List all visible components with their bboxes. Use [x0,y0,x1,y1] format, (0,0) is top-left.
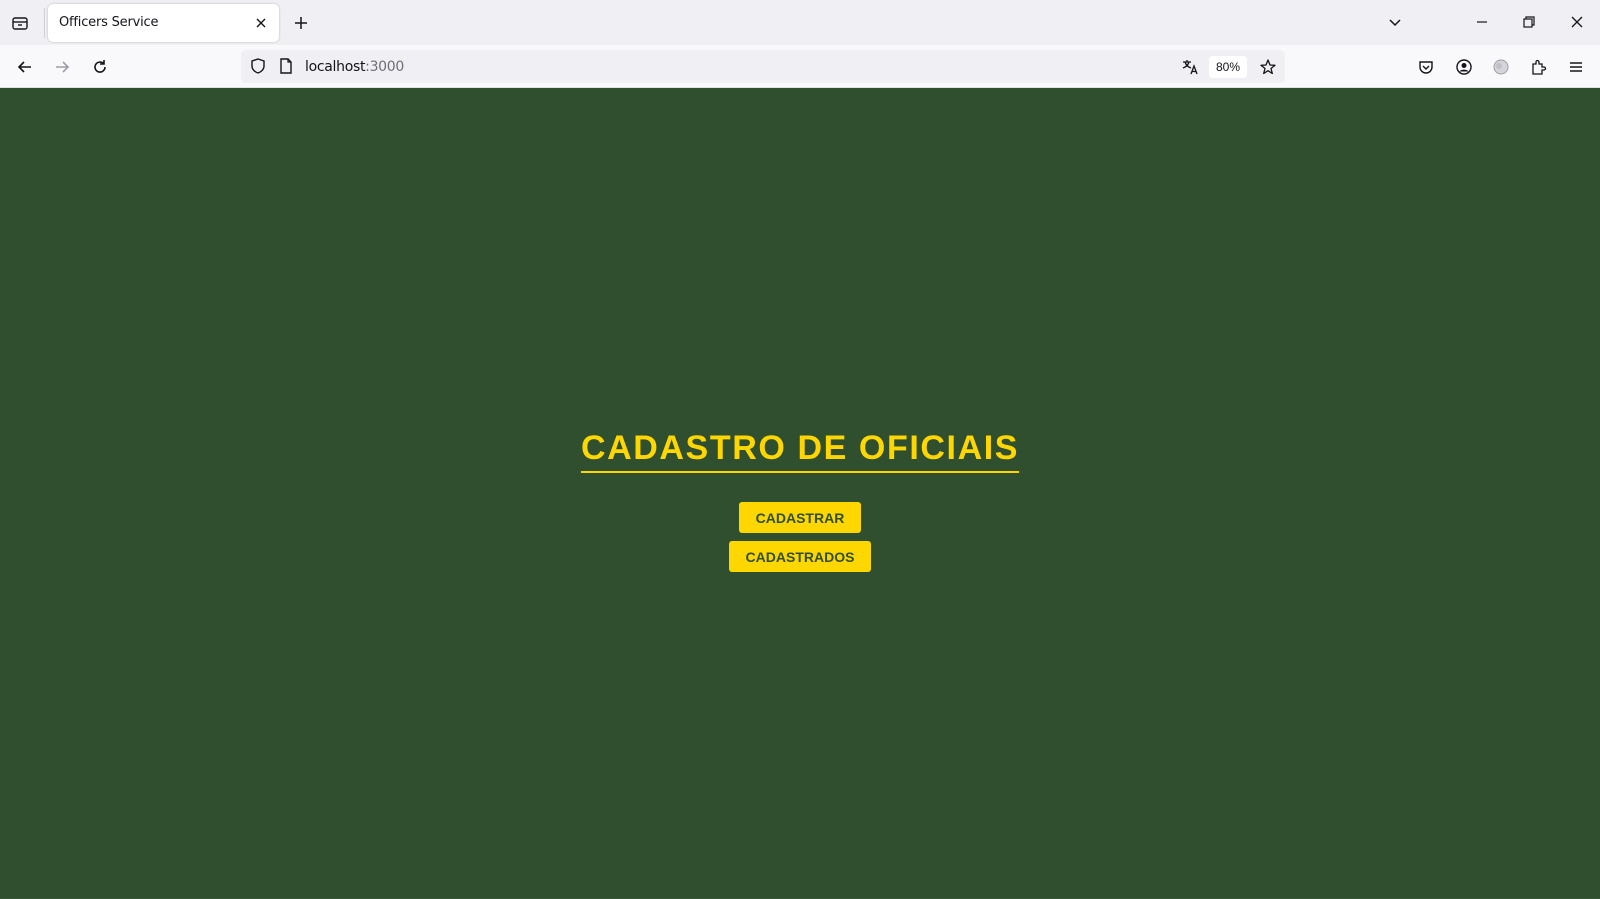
window-close-icon[interactable] [1566,11,1588,33]
arrow-right-icon[interactable] [49,54,75,80]
hamburger-icon[interactable] [1563,54,1589,80]
translate-icon[interactable] [1179,56,1201,78]
reload-icon[interactable] [87,54,113,80]
puzzle-icon[interactable] [1526,54,1552,80]
minimize-icon[interactable] [1471,11,1493,33]
close-icon[interactable] [252,14,270,32]
shield-icon[interactable] [249,57,267,80]
page-icon[interactable] [278,57,294,80]
page-content: CADASTRO DE OFICIAIS CADASTRAR CADASTRAD… [0,88,1600,899]
tab-officers-service[interactable]: Officers Service [48,4,279,42]
arrow-left-icon[interactable] [12,54,38,80]
tab-list-icon[interactable] [8,11,32,35]
registered-list-button[interactable]: CADASTRADOS [728,541,872,572]
chevron-down-icon[interactable] [1384,11,1406,33]
extension-icon[interactable] [1488,54,1514,80]
page-title: CADASTRO DE OFICIAIS [580,431,1020,473]
url-text[interactable]: localhost:3000 [305,59,404,75]
restore-icon[interactable] [1518,11,1540,33]
pocket-icon[interactable] [1413,54,1439,80]
account-icon[interactable] [1451,54,1477,80]
heading-wrapper: CADASTRO DE OFICIAIS [0,431,1600,473]
tab-title: Officers Service [59,15,159,30]
zoom-level[interactable]: 80% [1209,56,1247,78]
url-bar[interactable]: localhost:3000 80% [241,50,1285,83]
action-buttons: CADASTRAR CADASTRADOS [0,502,1600,572]
tab-separator [44,8,45,38]
star-icon[interactable] [1257,56,1279,78]
tab-strip: Officers Service [0,0,1600,45]
navigation-bar: localhost:3000 80% [0,45,1600,88]
url-host: localhost [305,59,366,75]
register-button[interactable]: CADASTRAR [738,502,862,533]
url-port: :3000 [365,59,405,75]
plus-icon[interactable] [290,12,312,34]
